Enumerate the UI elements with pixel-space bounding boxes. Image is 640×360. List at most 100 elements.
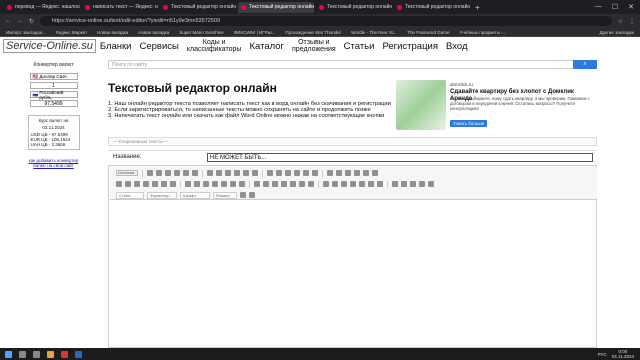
blocks-icon[interactable]	[419, 181, 425, 187]
strike-icon[interactable]	[143, 181, 149, 187]
form-icon[interactable]	[294, 170, 300, 176]
bookmark-item[interactable]: Импорт закладок...	[6, 30, 46, 35]
new-doc-icon[interactable]	[156, 170, 162, 176]
source-button[interactable]: Источник	[116, 170, 138, 176]
unlink-icon[interactable]	[308, 181, 314, 187]
start-icon[interactable]	[5, 350, 12, 358]
format-dropdown[interactable]: Форматир...	[147, 191, 177, 199]
browser-tab[interactable]: Текстовый редактор онлайн✕	[238, 1, 314, 13]
special-char-icon[interactable]	[377, 181, 383, 187]
blockquote-icon[interactable]	[221, 181, 227, 187]
copy-icon[interactable]	[192, 170, 198, 176]
close-window-icon[interactable]: ✕	[628, 3, 634, 11]
div-icon[interactable]	[230, 181, 236, 187]
bold-icon[interactable]	[116, 181, 122, 187]
align-center-icon[interactable]	[254, 181, 260, 187]
nav-item[interactable]: Каталог	[249, 41, 284, 52]
menu-icon[interactable]: ⋮	[629, 18, 635, 25]
outdent-icon[interactable]	[203, 181, 209, 187]
maximize-icon[interactable]: ☐	[612, 3, 618, 11]
browser-taskbar-icon[interactable]	[61, 350, 68, 358]
paste-word-icon[interactable]	[225, 170, 231, 176]
url-field[interactable]: https://service-online.su/text/edit-edit…	[40, 16, 612, 26]
nav-item[interactable]: Сервисы	[140, 41, 179, 52]
text-editor[interactable]: Источник Стили Форматир... Шрифт Размер	[108, 165, 597, 348]
select-all-icon[interactable]	[276, 170, 282, 176]
app-taskbar-icon[interactable]	[75, 350, 82, 358]
justify-icon[interactable]	[272, 181, 278, 187]
checkbox-icon[interactable]	[303, 170, 309, 176]
textfield-icon[interactable]	[327, 170, 333, 176]
styles-dropdown[interactable]: Стили	[116, 191, 144, 199]
preview-icon[interactable]	[165, 170, 171, 176]
rtl-icon[interactable]	[290, 181, 296, 187]
bookmark-item[interactable]: Wordle - The New Yo...	[351, 30, 397, 35]
table-icon[interactable]	[350, 181, 356, 187]
text-color-icon[interactable]	[240, 192, 246, 198]
anchor-icon[interactable]	[323, 181, 329, 187]
pagebreak-icon[interactable]	[392, 181, 398, 187]
bookmark-star-icon[interactable]: ☆	[618, 18, 623, 25]
bullet-list-icon[interactable]	[194, 181, 200, 187]
image-icon[interactable]	[332, 181, 338, 187]
align-right-icon[interactable]	[263, 181, 269, 187]
radio-icon[interactable]	[312, 170, 318, 176]
iframe-icon[interactable]	[401, 181, 407, 187]
nav-item[interactable]: Коды и классификаторы	[187, 39, 242, 53]
nav-item[interactable]: Бланки	[100, 41, 132, 52]
paste-icon[interactable]	[207, 170, 213, 176]
align-left-icon[interactable]	[239, 181, 245, 187]
hidden-field-icon[interactable]	[372, 170, 378, 176]
other-bookmarks[interactable]: Другие закладки	[600, 30, 640, 35]
currency-to-select[interactable]: 🇷🇺 Российский рубль	[29, 90, 78, 100]
amount-to-input[interactable]: 97.5499	[29, 100, 78, 107]
bg-color-icon[interactable]	[249, 192, 255, 198]
size-dropdown[interactable]: Размер	[213, 191, 237, 199]
search-button[interactable]: ⌕	[573, 60, 597, 69]
underline-icon[interactable]	[134, 181, 140, 187]
ltr-icon[interactable]	[281, 181, 287, 187]
replace-icon[interactable]	[267, 170, 273, 176]
site-search-input[interactable]: Поиск по сайту	[108, 60, 597, 69]
hr-icon[interactable]	[359, 181, 365, 187]
minimize-icon[interactable]: —	[595, 3, 602, 11]
subscript-icon[interactable]	[152, 181, 158, 187]
forward-icon[interactable]: →	[17, 18, 23, 24]
select-field-icon[interactable]	[345, 170, 351, 176]
bookmark-item[interactable]: Учебные предметы -...	[460, 30, 507, 35]
amount-from-input[interactable]: 1	[29, 82, 78, 89]
browser-tab[interactable]: перевод — Яндекс: нашлось 1✕	[4, 2, 80, 13]
about-icon[interactable]	[428, 181, 434, 187]
back-icon[interactable]: ←	[5, 18, 11, 24]
nav-item[interactable]: Вход	[446, 41, 468, 52]
browser-tab[interactable]: Текстовый редактор онлайн✕	[316, 2, 392, 13]
font-dropdown[interactable]: Шрифт	[180, 191, 210, 199]
nav-item[interactable]: Статьи	[344, 41, 375, 52]
site-logo[interactable]: Service-Online.su	[3, 39, 96, 53]
smiley-icon[interactable]	[368, 181, 374, 187]
indent-icon[interactable]	[212, 181, 218, 187]
bookmark-item[interactable]: Super Mario Sunshine	[179, 30, 224, 35]
italic-icon[interactable]	[125, 181, 131, 187]
taskview-icon[interactable]	[33, 350, 40, 358]
maximize-editor-icon[interactable]	[410, 181, 416, 187]
superscript-icon[interactable]	[161, 181, 167, 187]
undo-icon[interactable]	[234, 170, 240, 176]
button-icon[interactable]	[354, 170, 360, 176]
clock[interactable]: 0:00 04.11.2024	[612, 349, 634, 359]
print-icon[interactable]	[174, 170, 180, 176]
bookmark-item[interactable]: ФИКСИКИ | ИГРЫ...	[234, 30, 276, 35]
redo-icon[interactable]	[243, 170, 249, 176]
link-icon[interactable]	[299, 181, 305, 187]
find-icon[interactable]	[252, 170, 258, 176]
spellcheck-icon[interactable]	[285, 170, 291, 176]
bookmark-item[interactable]: Прохождение War Thunder	[285, 30, 341, 35]
browser-tab[interactable]: Текстовый редактор онлайн✕	[160, 2, 236, 13]
nav-item[interactable]: Регистрация	[382, 41, 438, 52]
browser-tab[interactable]: написать текст — Яндекс: на✕	[82, 2, 158, 13]
image-button-icon[interactable]	[363, 170, 369, 176]
add-converter-link[interactable]: как добавить конвертер валют на свой сай…	[25, 158, 82, 168]
bookmark-item[interactable]: The Password Game	[407, 30, 449, 35]
bookmark-item[interactable]: Новая вкладка	[97, 30, 128, 35]
flash-icon[interactable]	[341, 181, 347, 187]
